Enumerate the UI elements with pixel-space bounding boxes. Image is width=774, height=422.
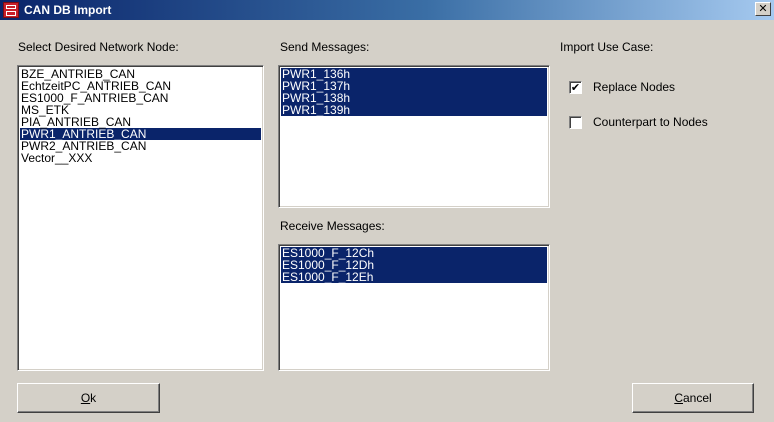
replace-nodes-label[interactable]: Replace Nodes bbox=[593, 80, 675, 94]
cancel-button[interactable]: Cancel bbox=[632, 383, 754, 413]
app-icon bbox=[3, 2, 19, 18]
cancel-label-rest: ancel bbox=[682, 391, 712, 405]
receive-messages-label: Receive Messages: bbox=[280, 219, 385, 233]
ok-mnemonic: O bbox=[80, 391, 91, 405]
counterpart-nodes-checkbox[interactable] bbox=[569, 116, 582, 129]
window-title: CAN DB Import bbox=[24, 3, 112, 17]
counterpart-nodes-label[interactable]: Counterpart to Nodes bbox=[593, 115, 708, 129]
import-use-case-label: Import Use Case: bbox=[560, 40, 654, 54]
close-button[interactable]: ✕ bbox=[755, 2, 771, 16]
send-message-item[interactable]: PWR1_139h bbox=[281, 104, 547, 116]
network-node-list[interactable]: BZE_ANTRIEB_CAN EchtzeitPC_ANTRIEB_CAN ES1… bbox=[17, 65, 264, 371]
cancel-mnemonic: C bbox=[674, 391, 683, 405]
send-messages-label: Send Messages: bbox=[280, 40, 370, 54]
receive-messages-list[interactable]: ES1000_F_12Ch ES1000_F_12Dh ES1000_F_12Eh bbox=[278, 244, 550, 371]
ok-label-rest: k bbox=[90, 391, 97, 405]
checkmark-icon: ✔ bbox=[570, 81, 581, 94]
ok-button[interactable]: Ok bbox=[17, 383, 160, 413]
node-list-label: Select Desired Network Node: bbox=[18, 40, 179, 54]
receive-message-item[interactable]: ES1000_F_12Eh bbox=[281, 271, 547, 283]
network-node-item[interactable]: Vector__XXX bbox=[20, 152, 261, 164]
send-messages-list[interactable]: PWR1_136h PWR1_137h PWR1_138h PWR1_139h bbox=[278, 65, 550, 208]
title-bar[interactable]: CAN DB Import ✕ bbox=[0, 0, 774, 20]
replace-nodes-checkbox[interactable]: ✔ bbox=[569, 81, 582, 94]
